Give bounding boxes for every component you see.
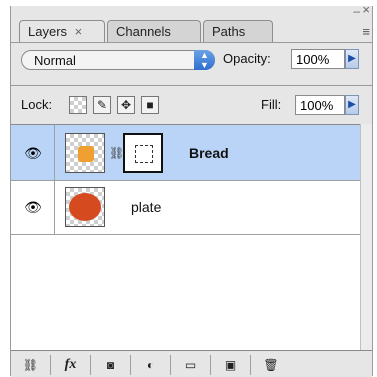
opacity-input[interactable]: 100%: [291, 49, 345, 69]
select-arrows-icon: ▲ ▼: [194, 50, 215, 70]
link-layers-icon[interactable]: ⛓: [11, 355, 51, 375]
new-layer-icon[interactable]: ▣: [211, 355, 251, 375]
lock-fill-row: Lock: ✎ ✥ ■ Fill: 100% ▶: [11, 85, 372, 124]
layer-row-plate[interactable]: 👁 plate: [11, 181, 372, 235]
add-mask-icon[interactable]: ◙: [91, 355, 131, 375]
tab-close-icon[interactable]: ×: [75, 24, 83, 39]
opacity-label: Opacity:: [223, 51, 271, 66]
fill-label: Fill:: [261, 97, 282, 112]
layer-thumbnail-bread: [65, 133, 105, 173]
layer-row-bread[interactable]: 👁 ⛓ Bread: [11, 125, 372, 181]
plate-image: [69, 193, 101, 221]
mask-selection-icon: [135, 145, 153, 163]
visibility-cell[interactable]: 👁: [11, 125, 55, 180]
fill-input[interactable]: 100%: [295, 95, 345, 115]
tab-channels-label: Channels: [116, 24, 171, 39]
blend-opacity-row: Normal ▲ ▼ Opacity: 100% ▶: [11, 42, 372, 77]
lock-label: Lock:: [21, 97, 53, 112]
blend-mode-select[interactable]: Normal ▲ ▼: [21, 50, 215, 70]
eye-icon[interactable]: 👁: [23, 200, 43, 214]
fill-slider-button[interactable]: ▶: [345, 95, 359, 115]
lock-transparent-pixels-icon[interactable]: [69, 96, 87, 114]
tab-channels[interactable]: Channels: [107, 20, 201, 42]
lock-image-pixels-icon[interactable]: ✎: [93, 96, 111, 114]
layer-thumbnail-plate: [65, 187, 105, 227]
lock-position-icon[interactable]: ✥: [117, 96, 135, 114]
fx-icon[interactable]: fx: [51, 355, 91, 375]
opacity-slider-button[interactable]: ▶: [345, 49, 359, 69]
layer-mask-thumbnail[interactable]: [123, 133, 163, 173]
layers-list: 👁 ⛓ Bread 👁 plate: [11, 124, 372, 351]
panel-tab-bar: Layers × Channels Paths – × ≡: [11, 2, 372, 43]
layer-name-bread[interactable]: Bread: [189, 145, 229, 161]
window-close-icon[interactable]: ×: [362, 2, 370, 17]
tab-paths[interactable]: Paths: [203, 20, 273, 42]
layer-name-plate[interactable]: plate: [131, 199, 161, 215]
visibility-cell[interactable]: 👁: [11, 181, 55, 234]
new-group-icon[interactable]: ▭: [171, 355, 211, 375]
layers-panel: Layers × Channels Paths – × ≡ Normal ▲ ▼ …: [10, 2, 373, 377]
eye-icon[interactable]: 👁: [23, 146, 43, 160]
delete-layer-icon[interactable]: 🗑: [251, 355, 291, 375]
tab-layers-label: Layers: [28, 24, 68, 39]
tab-layers[interactable]: Layers ×: [19, 20, 105, 43]
bread-image: [78, 146, 94, 162]
panel-bottom-toolbar: ⛓ fx ◙ ◐ ▭ ▣ 🗑: [11, 350, 372, 377]
adjustment-layer-icon[interactable]: ◐: [131, 355, 171, 375]
chain-link-icon[interactable]: ⛓: [109, 145, 124, 161]
layers-scrollbar[interactable]: [360, 124, 372, 350]
minimize-icon[interactable]: –: [353, 4, 360, 18]
lock-all-icon[interactable]: ■: [141, 96, 159, 114]
panel-menu-icon[interactable]: ≡: [362, 24, 370, 39]
tab-paths-label: Paths: [212, 24, 246, 39]
blend-mode-value: Normal: [34, 53, 76, 68]
